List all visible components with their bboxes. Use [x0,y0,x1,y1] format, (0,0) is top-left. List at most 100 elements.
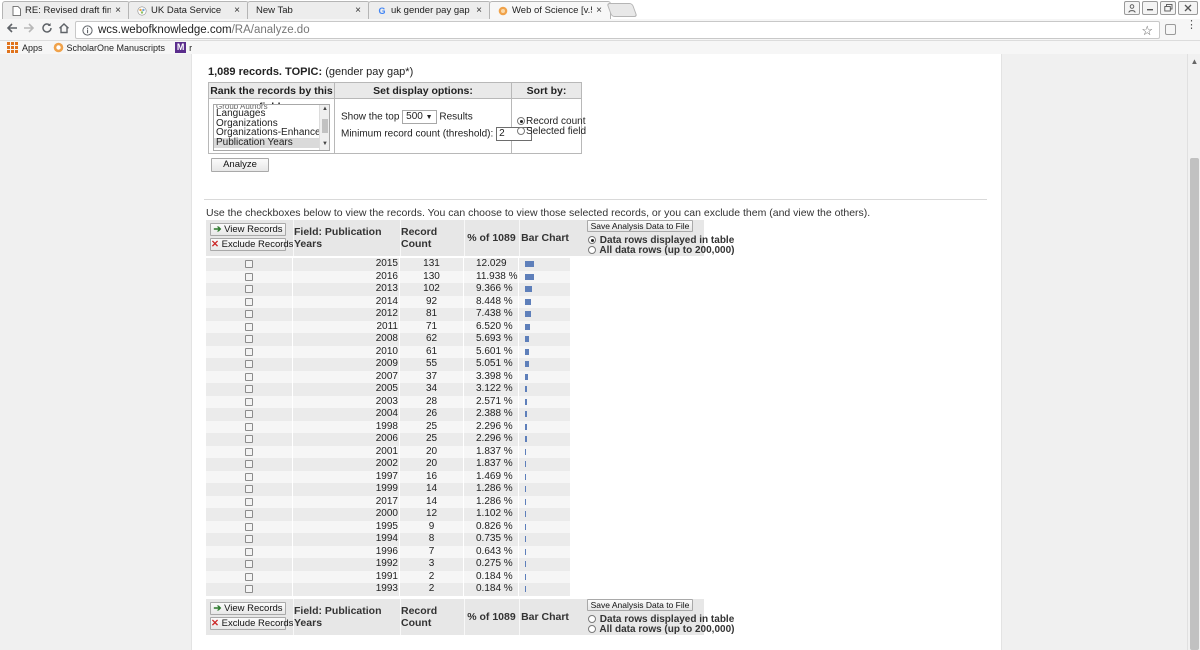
table-header-top: ➔ View Records ✕ Exclude Records Field: … [206,220,734,256]
row-checkbox[interactable] [245,547,253,556]
row-bar-cell [519,383,570,396]
column-header-count[interactable]: Record Count [400,220,463,256]
profile-icon[interactable] [1124,1,1140,15]
row-checkbox[interactable] [245,285,253,294]
row-checkbox[interactable] [245,322,253,331]
row-checkbox[interactable] [245,572,253,581]
restore-icon[interactable] [1160,1,1176,15]
row-checkbox[interactable] [245,447,253,456]
row-checkbox[interactable] [245,497,253,506]
scroll-up-icon[interactable]: ▲ [1190,57,1199,66]
table-row: 1993 2 0.184 % [206,583,570,596]
new-tab-button[interactable] [606,3,638,17]
save-option-displayed-radio[interactable] [588,236,596,245]
forward-arrow-icon[interactable] [22,22,36,38]
reload-icon[interactable] [40,22,54,38]
row-checkbox[interactable] [245,585,253,594]
sort-selected-field-option[interactable]: Selected field [517,126,586,137]
row-checkbox[interactable] [245,397,253,406]
home-icon[interactable] [57,22,71,38]
minimize-icon[interactable] [1142,1,1158,15]
bookmark-scholarone[interactable]: ScholarOne Manuscripts [53,42,165,53]
close-icon[interactable]: × [113,5,123,16]
field-listbox[interactable]: Group Authors Languages Organizations Or… [213,104,330,151]
back-arrow-icon[interactable] [5,22,19,38]
bookmark-r[interactable]: M r [175,42,192,53]
sort-selected-field-radio[interactable] [517,127,525,136]
bookmark-star-icon[interactable]: ☆ [1141,23,1153,39]
row-bar-cell [519,583,570,596]
row-checkbox[interactable] [245,297,253,306]
view-records-button[interactable]: ➔ View Records [210,223,286,236]
close-icon[interactable]: × [594,5,604,16]
save-option-all-radio[interactable] [588,246,596,255]
view-records-button-bottom[interactable]: ➔ View Records [210,602,286,615]
close-icon[interactable]: × [474,5,484,16]
tab-revised-draft[interactable]: RE: Revised draft final rep × [2,1,130,19]
save-analysis-button-bottom[interactable]: Save Analysis Data to File [587,599,693,611]
tab-google-search[interactable]: G uk gender pay gap - Googl × [368,1,491,19]
row-checkbox[interactable] [245,435,253,444]
save-analysis-button[interactable]: Save Analysis Data to File [587,220,693,232]
table-row: 2001 20 1.837 % [206,445,570,458]
exclude-records-button-bottom[interactable]: ✕ Exclude Records [210,617,293,630]
menu-icon[interactable]: ⋮ [1186,20,1197,31]
tab-web-of-science[interactable]: Web of Science [v.5.23] - × [489,1,611,19]
row-checkbox[interactable] [245,560,253,569]
analyze-button[interactable]: Analyze [211,158,269,172]
field-option-publication-years[interactable]: Publication Years [214,138,320,148]
row-checkbox[interactable] [245,335,253,344]
column-header-field[interactable]: Field: Publication Years [293,220,399,256]
row-checkbox[interactable] [245,460,253,469]
arrow-right-icon: ➔ [213,224,222,235]
row-checkbox[interactable] [245,535,253,544]
row-checkbox[interactable] [245,485,253,494]
row-checkbox[interactable] [245,522,253,531]
page-scroll-thumb[interactable] [1190,158,1199,650]
window-close-icon[interactable] [1178,1,1198,15]
row-bar [525,398,527,405]
column-header-field-bottom[interactable]: Field: Publication Years [293,599,399,635]
bookmark-label: Apps [22,42,43,53]
row-checkbox[interactable] [245,422,253,431]
scroll-down-icon[interactable]: ▼ [321,141,329,147]
tab-uk-data-service[interactable]: UK Data Service × [128,1,249,19]
table-row: 2013 102 9.366 % [206,283,570,296]
info-icon[interactable] [82,24,93,36]
row-checkbox-cell [206,545,292,558]
close-icon[interactable]: × [353,5,363,16]
page-scrollbar[interactable]: ▲ [1187,54,1200,650]
save-option-all[interactable]: All data rows (up to 200,000) [588,245,734,256]
row-checkbox[interactable] [245,260,253,269]
row-checkbox[interactable] [245,272,253,281]
extension-icon[interactable] [1165,24,1176,35]
row-percent: 1.837 % [464,445,518,458]
row-checkbox[interactable] [245,472,253,481]
save-option-all-bottom[interactable]: All data rows (up to 200,000) [588,624,734,635]
close-icon[interactable]: × [232,5,242,16]
row-checkbox[interactable] [245,360,253,369]
m-logo-icon: M [175,42,187,53]
row-bar-cell [519,370,570,383]
scroll-up-icon[interactable]: ▲ [321,106,329,112]
row-checkbox[interactable] [245,347,253,356]
save-option-all-radio[interactable] [588,625,596,634]
column-header-percent[interactable]: % of 1089 [464,220,518,256]
tab-new-tab[interactable]: New Tab × [247,1,370,19]
column-header-percent-bottom[interactable]: % of 1089 [464,599,518,635]
column-header-count-bottom[interactable]: Record Count [400,599,463,635]
row-checkbox[interactable] [245,310,253,319]
exclude-records-button[interactable]: ✕ Exclude Records [210,238,293,251]
save-option-displayed-radio[interactable] [588,615,596,624]
row-checkbox[interactable] [245,372,253,381]
save-option-all-label: All data rows (up to 200,000) [599,245,735,256]
row-checkbox[interactable] [245,385,253,394]
row-checkbox[interactable] [245,410,253,419]
listbox-scrollbar[interactable]: ▲ ▼ [319,105,329,150]
sort-record-count-radio[interactable] [517,117,525,126]
show-top-select[interactable]: 500 ▼ [402,110,437,124]
row-checkbox[interactable] [245,510,253,519]
address-bar[interactable]: wcs.webofknowledge.com/RA/analyze.do ☆ [75,21,1160,39]
bookmark-apps[interactable]: Apps [7,42,43,53]
listbox-scroll-thumb[interactable] [322,119,328,133]
